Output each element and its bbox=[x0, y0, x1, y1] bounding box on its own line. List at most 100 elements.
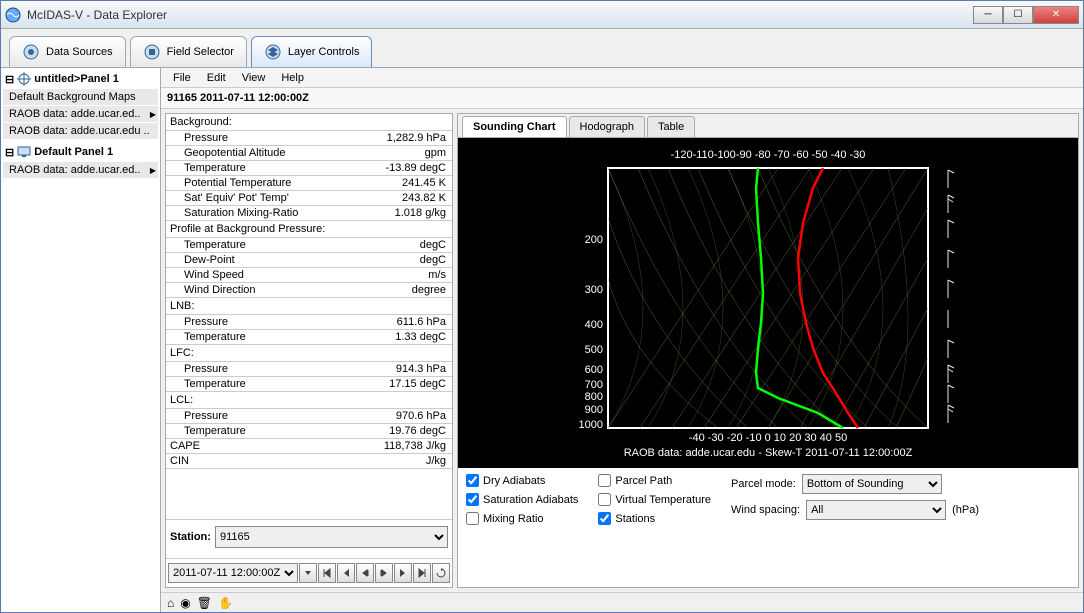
step-fwd-button[interactable] bbox=[375, 563, 393, 583]
svg-text:400: 400 bbox=[585, 319, 603, 331]
check-saturation-adiabats[interactable]: Saturation Adiabats bbox=[466, 493, 578, 506]
sounding-header: 91165 2011-07-11 12:00:00Z bbox=[161, 88, 1083, 109]
station-select[interactable]: 91165 bbox=[215, 526, 448, 548]
time-select[interactable]: 2011-07-11 12:00:00Z bbox=[168, 563, 298, 583]
svg-text:600: 600 bbox=[585, 364, 603, 376]
wind-unit: (hPa) bbox=[952, 504, 979, 516]
wind-spacing-select[interactable]: All bbox=[806, 500, 946, 520]
tab-label: Field Selector bbox=[167, 46, 234, 58]
datasource-icon bbox=[22, 43, 40, 61]
svg-text:RAOB data: adde.ucar.edu - Ske: RAOB data: adde.ucar.edu - Skew-T 2011-0… bbox=[624, 447, 913, 459]
tab-field-selector[interactable]: Field Selector bbox=[130, 36, 247, 67]
section-lfc: LFC: bbox=[166, 345, 452, 362]
svg-text:200: 200 bbox=[585, 234, 603, 246]
tab-layer-controls[interactable]: Layer Controls bbox=[251, 36, 373, 67]
data-row: TemperaturedegC bbox=[166, 238, 452, 253]
expand-icon[interactable]: ⊟ bbox=[5, 146, 14, 159]
check-dry-adiabats[interactable]: Dry Adiabats bbox=[466, 474, 578, 487]
wind-barbs bbox=[948, 170, 954, 423]
tab-sounding-chart[interactable]: Sounding Chart bbox=[462, 116, 567, 137]
menu-help[interactable]: Help bbox=[275, 70, 310, 86]
data-panel: Background: Pressure1,282.9 hPaGeopotent… bbox=[165, 113, 453, 588]
data-row: Pressure914.3 hPa bbox=[166, 362, 452, 377]
layer-icon bbox=[264, 43, 282, 61]
globe-icon[interactable]: ◉ bbox=[180, 596, 190, 610]
tree-panel-2[interactable]: ⊟ Default Panel 1 bbox=[3, 143, 158, 161]
tab-hodograph[interactable]: Hodograph bbox=[569, 116, 645, 137]
data-row: Pressure611.6 hPa bbox=[166, 315, 452, 330]
parcel-mode-select[interactable]: Bottom of Sounding bbox=[802, 474, 942, 494]
trash-icon[interactable]: 🗑 bbox=[197, 596, 212, 610]
cape-row: CAPE118,738 J/kg bbox=[166, 439, 452, 454]
wind-spacing-label: Wind spacing: bbox=[731, 504, 800, 516]
menu-file[interactable]: File bbox=[167, 70, 197, 86]
tree-item[interactable]: RAOB data: adde.ucar.ed..▶ bbox=[3, 106, 158, 122]
menu-edit[interactable]: Edit bbox=[201, 70, 232, 86]
dropdown-button[interactable] bbox=[299, 563, 317, 583]
data-table: Background: Pressure1,282.9 hPaGeopotent… bbox=[166, 114, 452, 519]
section-background: Background: bbox=[166, 114, 452, 131]
menubar: File Edit View Help bbox=[161, 68, 1083, 88]
last-button[interactable] bbox=[413, 563, 431, 583]
sidebar: ⊟ untitled>Panel 1 Default Background Ma… bbox=[1, 68, 161, 612]
chevron-right-icon: ▶ bbox=[150, 110, 156, 119]
svg-text:800: 800 bbox=[585, 391, 603, 403]
target-icon bbox=[17, 72, 31, 86]
step-back-button[interactable] bbox=[356, 563, 374, 583]
window-title: McIDAS-V - Data Explorer bbox=[27, 8, 973, 22]
next-button[interactable] bbox=[394, 563, 412, 583]
svg-text:500: 500 bbox=[585, 344, 603, 356]
minimize-button[interactable]: ─ bbox=[973, 6, 1003, 24]
tree-item[interactable]: Default Background Maps bbox=[3, 89, 158, 105]
statusbar: ⌂ ◉ 🗑 ✋ bbox=[161, 592, 1083, 612]
svg-text:1000: 1000 bbox=[579, 419, 603, 431]
tree-item[interactable]: RAOB data: adde.ucar.ed..▶ bbox=[3, 162, 158, 178]
data-row: Saturation Mixing-Ratio1.018 g/kg bbox=[166, 206, 452, 221]
hand-icon[interactable]: ✋ bbox=[218, 596, 233, 610]
main-tabs: Data Sources Field Selector Layer Contro… bbox=[1, 29, 1083, 67]
chevron-right-icon: ▶ bbox=[150, 166, 156, 175]
menu-view[interactable]: View bbox=[236, 70, 272, 86]
data-row: Temperature1.33 degC bbox=[166, 330, 452, 345]
tree-label: Default Panel 1 bbox=[34, 146, 113, 158]
section-profile: Profile at Background Pressure: bbox=[166, 221, 452, 238]
app-icon bbox=[5, 7, 21, 23]
data-row: Sat' Equiv' Pot' Temp'243.82 K bbox=[166, 191, 452, 206]
svg-text:-40 -30 -20 -10 0 10 20 3: -40 -30 -20 -10 0 10 20 30 40 50 bbox=[689, 432, 847, 444]
first-button[interactable] bbox=[318, 563, 336, 583]
data-row: Wind Directiondegree bbox=[166, 283, 452, 298]
chart-options: Dry Adiabats Saturation Adiabats Mixing … bbox=[458, 468, 1078, 531]
data-row: Geopotential Altitudegpm bbox=[166, 146, 452, 161]
skewt-chart[interactable]: -120-110-100-90 -80 -70 -60 -50 -40 -30 … bbox=[458, 138, 1078, 468]
expand-icon[interactable]: ⊟ bbox=[5, 73, 14, 86]
svg-text:-120-110-100-90 -80 -70 -60 -5: -120-110-100-90 -80 -70 -60 -50 -40 -30 bbox=[671, 149, 866, 161]
data-row: Temperature-13.89 degC bbox=[166, 161, 452, 176]
monitor-icon bbox=[17, 145, 31, 159]
section-lcl: LCL: bbox=[166, 392, 452, 409]
station-label: Station: bbox=[170, 531, 211, 543]
tree-label: untitled>Panel 1 bbox=[34, 73, 119, 85]
section-lnb: LNB: bbox=[166, 298, 452, 315]
tab-data-sources[interactable]: Data Sources bbox=[9, 36, 126, 67]
check-virtual-temp[interactable]: Virtual Temperature bbox=[598, 493, 711, 506]
close-button[interactable]: ✕ bbox=[1033, 6, 1079, 24]
tab-label: Layer Controls bbox=[288, 46, 360, 58]
check-stations[interactable]: Stations bbox=[598, 512, 711, 525]
svg-text:300: 300 bbox=[585, 284, 603, 296]
cin-row: CINJ/kg bbox=[166, 454, 452, 469]
tree-item[interactable]: RAOB data: adde.ucar.edu .. bbox=[3, 123, 158, 139]
field-icon bbox=[143, 43, 161, 61]
prev-button[interactable] bbox=[337, 563, 355, 583]
check-mixing-ratio[interactable]: Mixing Ratio bbox=[466, 512, 578, 525]
tree-panel-1[interactable]: ⊟ untitled>Panel 1 bbox=[3, 70, 158, 88]
data-row: Temperature17.15 degC bbox=[166, 377, 452, 392]
titlebar: McIDAS-V - Data Explorer ─ ☐ ✕ bbox=[1, 1, 1083, 29]
check-parcel-path[interactable]: Parcel Path bbox=[598, 474, 711, 487]
svg-text:700: 700 bbox=[585, 379, 603, 391]
tab-table[interactable]: Table bbox=[647, 116, 695, 137]
home-icon[interactable]: ⌂ bbox=[167, 596, 174, 610]
parcel-mode-label: Parcel mode: bbox=[731, 478, 796, 490]
tab-label: Data Sources bbox=[46, 46, 113, 58]
cycle-button[interactable] bbox=[432, 563, 450, 583]
maximize-button[interactable]: ☐ bbox=[1003, 6, 1033, 24]
